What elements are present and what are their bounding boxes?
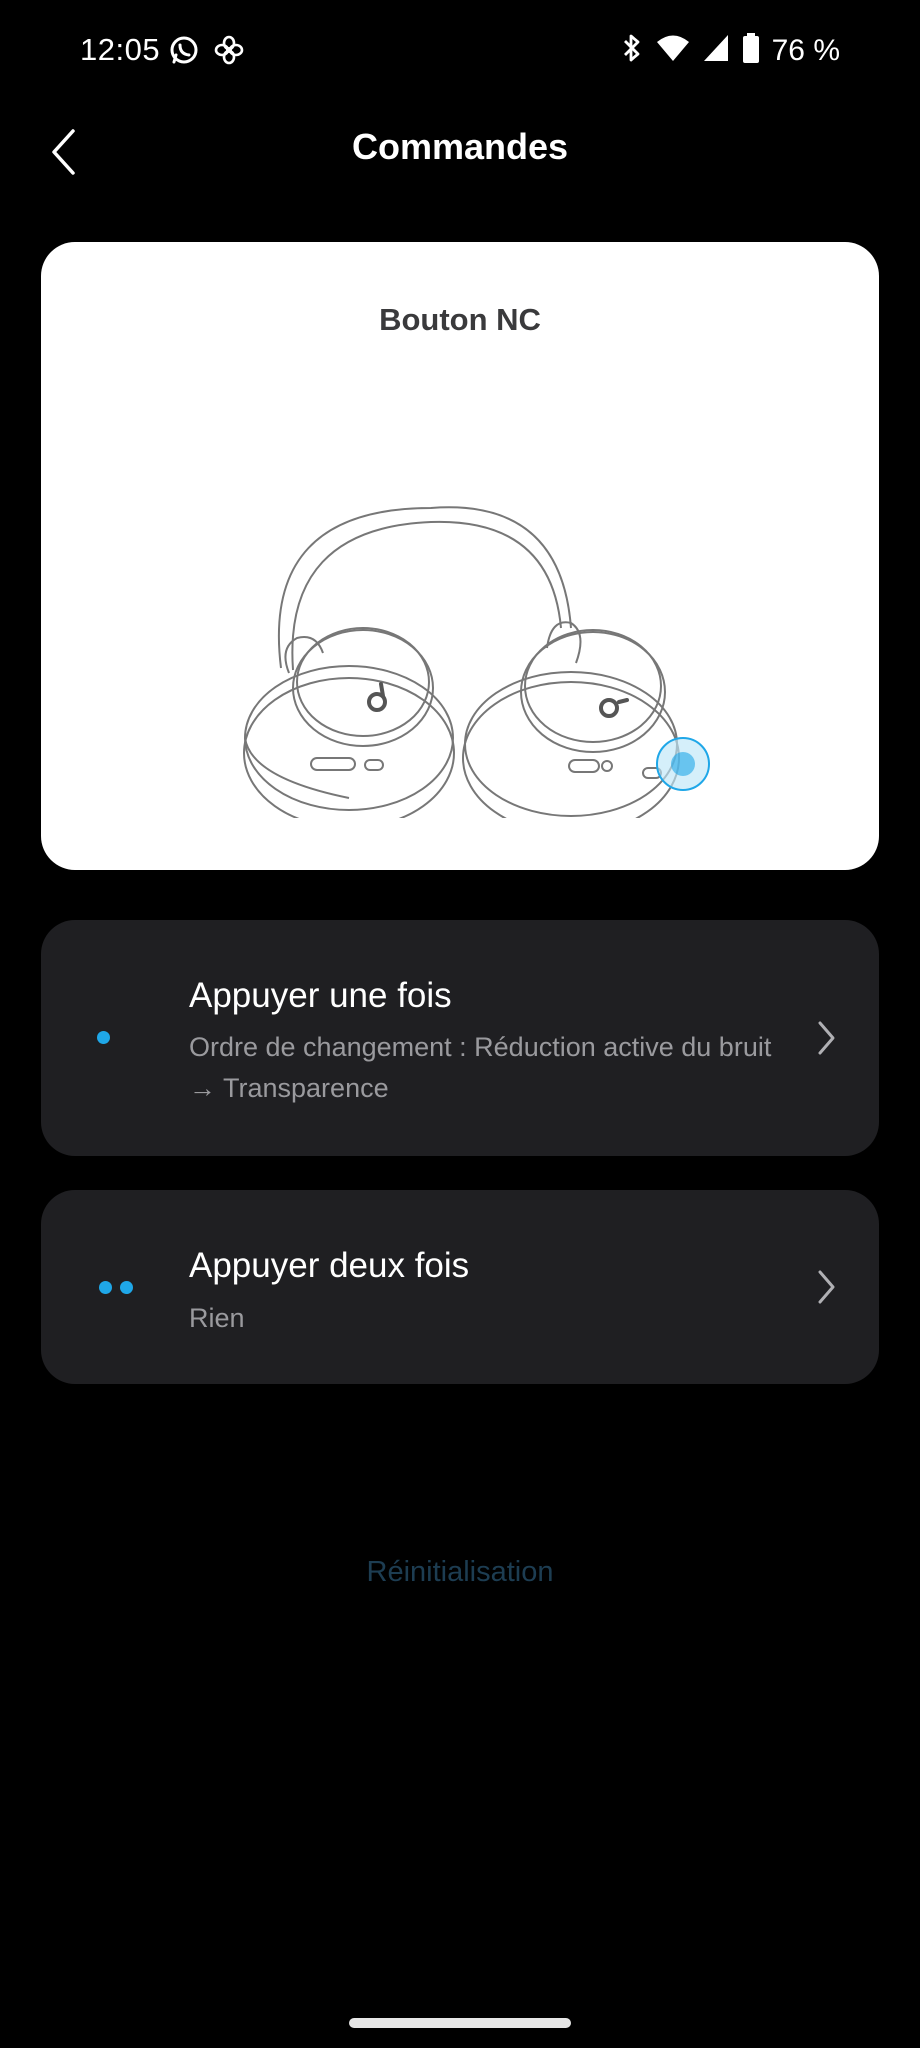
- page-title: Commandes: [351, 126, 569, 167]
- indicator-dot: [97, 1031, 110, 1044]
- chevron-right-icon: [818, 1270, 835, 1304]
- header: Commandes: [0, 104, 920, 198]
- option-subtitle: Ordre de changement : Réduction active d…: [189, 1032, 772, 1103]
- double-dot-indicator: [99, 1281, 133, 1294]
- whatsapp-icon: [168, 34, 200, 71]
- wifi-icon: [656, 33, 690, 68]
- option-title: Appuyer une fois: [189, 976, 452, 1015]
- indicator-dot: [120, 1281, 133, 1294]
- indicator-dot: [99, 1281, 112, 1294]
- battery-percentage: 76 %: [771, 33, 840, 67]
- headphones-illustration: [243, 506, 710, 818]
- status-bar: 12:05 76 %: [0, 0, 920, 104]
- battery-icon: [742, 32, 760, 69]
- card-title: Bouton NC: [379, 302, 541, 337]
- status-time: 12:05: [80, 32, 161, 67]
- option-double-press[interactable]: Appuyer deux fois Rien: [41, 1190, 879, 1384]
- illustration-card: Bouton NC: [41, 242, 879, 870]
- status-left-icons: [168, 34, 244, 71]
- status-right-icons: 76 %: [620, 32, 840, 69]
- option-subtitle: Rien: [189, 1303, 245, 1333]
- home-indicator[interactable]: [349, 2018, 571, 2028]
- option-single-press[interactable]: Appuyer une fois Ordre de changement : R…: [41, 920, 879, 1156]
- single-dot-indicator: [97, 1031, 110, 1044]
- flower-icon: [214, 35, 244, 70]
- chevron-right-icon: [818, 1021, 835, 1055]
- reset-button[interactable]: Réinitialisation: [0, 1556, 920, 1589]
- bluetooth-icon: [620, 32, 644, 69]
- cell-signal-icon: [702, 33, 730, 68]
- option-title: Appuyer deux fois: [189, 1246, 470, 1285]
